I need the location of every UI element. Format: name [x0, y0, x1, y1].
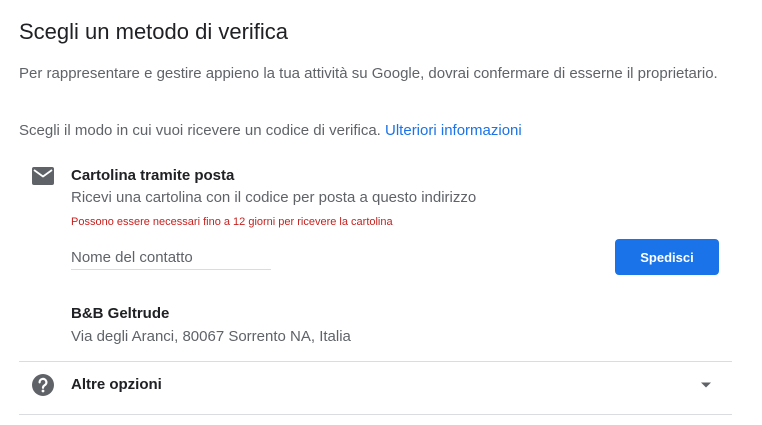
business-address: Via degli Aranci, 80067 Sorrento NA, Ita… — [71, 328, 351, 345]
more-options-label: Altre opzioni — [71, 376, 162, 393]
choose-method-label: Scegli il modo in cui vuoi ricevere un c… — [19, 122, 381, 139]
intro-text: Per rappresentare e gestire appieno la t… — [19, 65, 718, 82]
contact-name-input[interactable] — [71, 245, 271, 270]
send-button[interactable]: Spedisci — [615, 239, 719, 275]
mail-icon — [32, 167, 54, 185]
postcard-option-description: Ricevi una cartolina con il codice per p… — [71, 189, 477, 206]
business-name: B&B Geltrude — [71, 305, 170, 322]
choose-method-text: Scegli il modo in cui vuoi ricevere un c… — [19, 120, 522, 142]
divider — [19, 414, 732, 415]
learn-more-link[interactable]: Ulteriori informazioni — [385, 122, 522, 139]
page-title: Scegli un metodo di verifica — [19, 19, 289, 44]
postcard-delivery-warning: Possono essere necessari fino a 12 giorn… — [71, 216, 393, 228]
help-icon — [32, 374, 54, 396]
chevron-down-icon — [701, 382, 711, 388]
postcard-option-title: Cartolina tramite posta — [71, 167, 235, 184]
more-options-row[interactable]: Altre opzioni — [19, 362, 732, 414]
